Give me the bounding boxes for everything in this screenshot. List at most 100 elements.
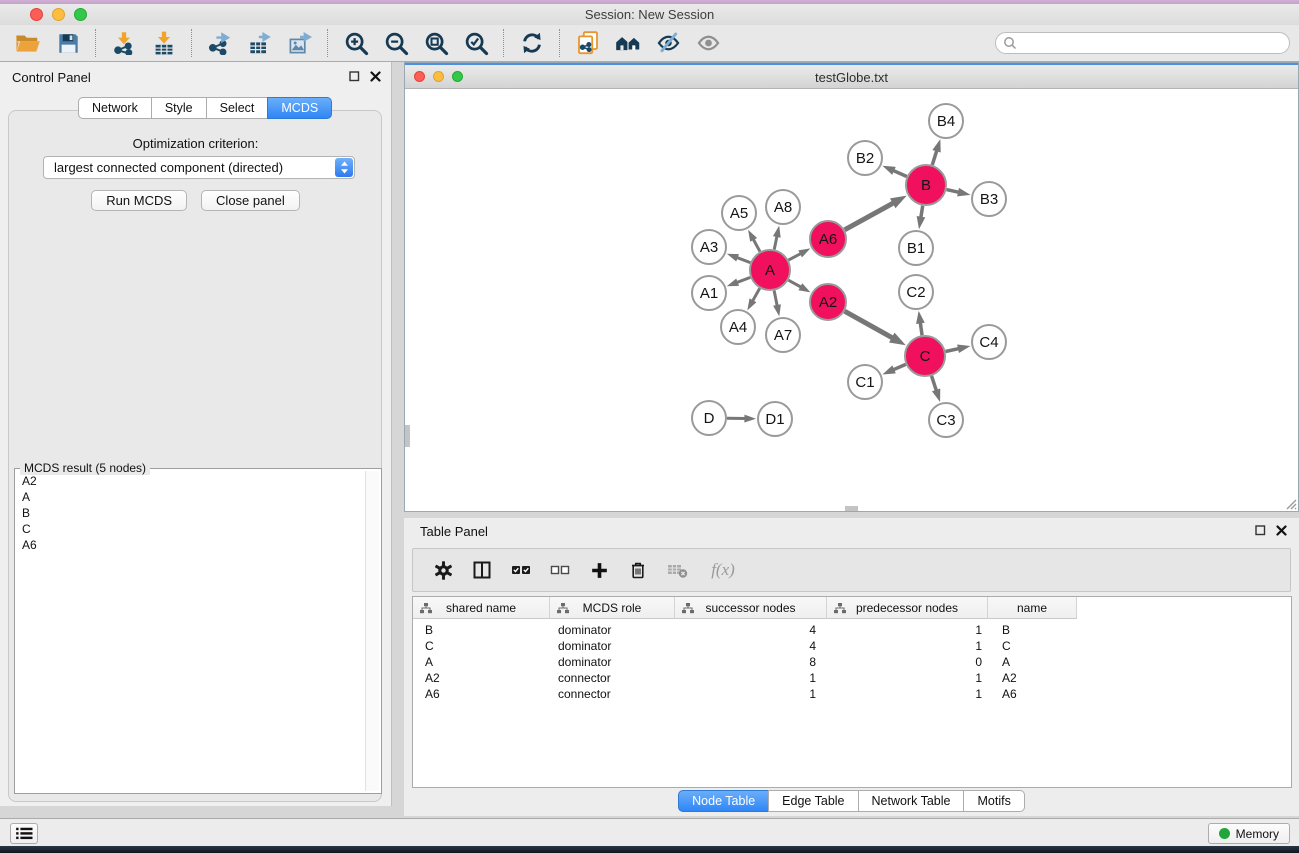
graph-node-C1[interactable]: C1 [848, 365, 882, 399]
mcds-result-list[interactable]: A2ABCA6 [17, 473, 364, 791]
memory-button[interactable]: Memory [1208, 823, 1290, 844]
hide-selected-button[interactable] [648, 26, 688, 60]
canvas-horizontal-scroll-indicator[interactable] [845, 506, 858, 511]
column-header-predecessor-nodes[interactable]: predecessor nodes [827, 597, 988, 619]
graph-node-D1[interactable]: D1 [758, 402, 792, 436]
column-header-mcds-role[interactable]: MCDS role [550, 597, 675, 619]
resize-grip-icon[interactable] [1284, 497, 1297, 510]
graph-node-C3[interactable]: C3 [929, 403, 963, 437]
mcds-result-scrollbar[interactable] [365, 471, 379, 791]
export-image-button[interactable] [280, 26, 320, 60]
zoom-out-button[interactable] [376, 26, 416, 60]
graph-edge-A-A6[interactable] [789, 253, 801, 260]
mcds-result-item-c[interactable]: C [17, 521, 364, 537]
graph-node-A[interactable]: A [750, 250, 790, 290]
network-canvas[interactable]: B4B2BB3A8A5A6A3B1AA1C2A2A4A7C4CC1DD1C3 [405, 89, 1298, 511]
column-header-name[interactable]: name [988, 597, 1077, 619]
mcds-result-item-a6[interactable]: A6 [17, 537, 364, 553]
zoom-in-button[interactable] [336, 26, 376, 60]
graph-node-A6[interactable]: A6 [810, 221, 846, 257]
close-panel-icon[interactable] [1276, 525, 1287, 536]
graph-edge-C-C3[interactable] [932, 376, 937, 391]
graph-node-C2[interactable]: C2 [899, 275, 933, 309]
table-settings-button[interactable] [431, 558, 455, 582]
graph-edge-A-A4[interactable] [752, 288, 759, 301]
table-row-a2[interactable]: A2connector11A2 [413, 670, 1291, 686]
import-network-button[interactable] [104, 26, 144, 60]
mcds-result-item-a[interactable]: A [17, 489, 364, 505]
graph-edge-A-A8[interactable] [774, 236, 777, 249]
criterion-dropdown[interactable]: largest connected component (directed) [43, 156, 355, 179]
column-header-successor-nodes[interactable]: successor nodes [675, 597, 827, 619]
float-panel-icon[interactable] [349, 71, 360, 82]
table-row-b[interactable]: Bdominator41B [413, 622, 1291, 638]
close-panel-icon[interactable] [370, 71, 381, 82]
delete-table-button[interactable] [665, 558, 689, 582]
graph-node-D[interactable]: D [692, 401, 726, 435]
graph-edge-B-B2[interactable] [893, 170, 907, 176]
tab-style[interactable]: Style [151, 97, 207, 119]
graph-node-B2[interactable]: B2 [848, 141, 882, 175]
search-input[interactable] [1017, 36, 1289, 50]
graph-edge-A6-B[interactable] [845, 203, 894, 230]
table-row-a6[interactable]: A6connector11A6 [413, 686, 1291, 702]
graph-edge-C-C1[interactable] [893, 364, 906, 369]
tab-select[interactable]: Select [206, 97, 269, 119]
refresh-button[interactable] [512, 26, 552, 60]
table-row-a[interactable]: Adominator80A [413, 654, 1291, 670]
mcds-result-item-b[interactable]: B [17, 505, 364, 521]
add-column-button[interactable] [587, 558, 611, 582]
graph-node-B1[interactable]: B1 [899, 231, 933, 265]
graph-node-B3[interactable]: B3 [972, 182, 1006, 216]
select-all-columns-button[interactable] [509, 558, 533, 582]
graph-node-A1[interactable]: A1 [692, 276, 726, 310]
graph-node-A5[interactable]: A5 [722, 196, 756, 230]
graph-node-C[interactable]: C [905, 336, 945, 376]
graph-edge-C-C2[interactable] [920, 322, 922, 335]
graph-node-B4[interactable]: B4 [929, 104, 963, 138]
tab-node-table[interactable]: Node Table [678, 790, 769, 812]
tab-network[interactable]: Network [78, 97, 152, 119]
graph-node-C4[interactable]: C4 [972, 325, 1006, 359]
table-row-c[interactable]: Cdominator41C [413, 638, 1291, 654]
graph-node-A7[interactable]: A7 [766, 318, 800, 352]
show-all-button[interactable] [688, 26, 728, 60]
first-neighbors-button[interactable] [608, 26, 648, 60]
import-table-button[interactable] [144, 26, 184, 60]
export-table-button[interactable] [240, 26, 280, 60]
zoom-fit-button[interactable] [416, 26, 456, 60]
graph-node-A3[interactable]: A3 [692, 230, 726, 264]
network-window-titlebar[interactable]: testGlobe.txt [405, 63, 1298, 89]
canvas-vertical-scroll-indicator[interactable] [405, 425, 410, 447]
tab-mcds[interactable]: MCDS [267, 97, 332, 119]
deselect-all-columns-button[interactable] [548, 558, 572, 582]
float-panel-icon[interactable] [1255, 525, 1266, 536]
tab-edge-table[interactable]: Edge Table [768, 790, 858, 812]
graph-edge-A2-C[interactable] [845, 311, 893, 338]
toolbar-search-field[interactable] [995, 32, 1290, 54]
graph-edge-A-A3[interactable] [737, 257, 751, 262]
graph-edge-A-A2[interactable] [788, 280, 801, 287]
column-header-shared-name[interactable]: shared name [413, 597, 550, 619]
save-session-button[interactable] [48, 26, 88, 60]
function-builder-button[interactable]: f(x) [704, 558, 742, 582]
task-history-button[interactable] [10, 823, 38, 844]
graph-edge-C-C4[interactable] [946, 349, 959, 352]
mcds-result-item-a2[interactable]: A2 [17, 473, 364, 489]
graph-edge-B-B4[interactable] [932, 150, 937, 165]
graph-edge-B-B3[interactable] [946, 190, 959, 193]
tab-motifs[interactable]: Motifs [963, 790, 1024, 812]
close-panel-button[interactable]: Close panel [201, 190, 300, 211]
graph-edge-A-A7[interactable] [774, 291, 777, 306]
new-network-from-selection-button[interactable] [568, 26, 608, 60]
graph-node-B[interactable]: B [906, 165, 946, 205]
export-network-button[interactable] [200, 26, 240, 60]
zoom-selected-button[interactable] [456, 26, 496, 60]
graph-node-A4[interactable]: A4 [721, 310, 755, 344]
tab-network-table[interactable]: Network Table [858, 790, 965, 812]
show-column-button[interactable] [470, 558, 494, 582]
graph-edge-A-A5[interactable] [753, 239, 760, 252]
delete-column-button[interactable] [626, 558, 650, 582]
run-mcds-button[interactable]: Run MCDS [91, 190, 187, 211]
graph-edge-A-A1[interactable] [737, 277, 751, 282]
